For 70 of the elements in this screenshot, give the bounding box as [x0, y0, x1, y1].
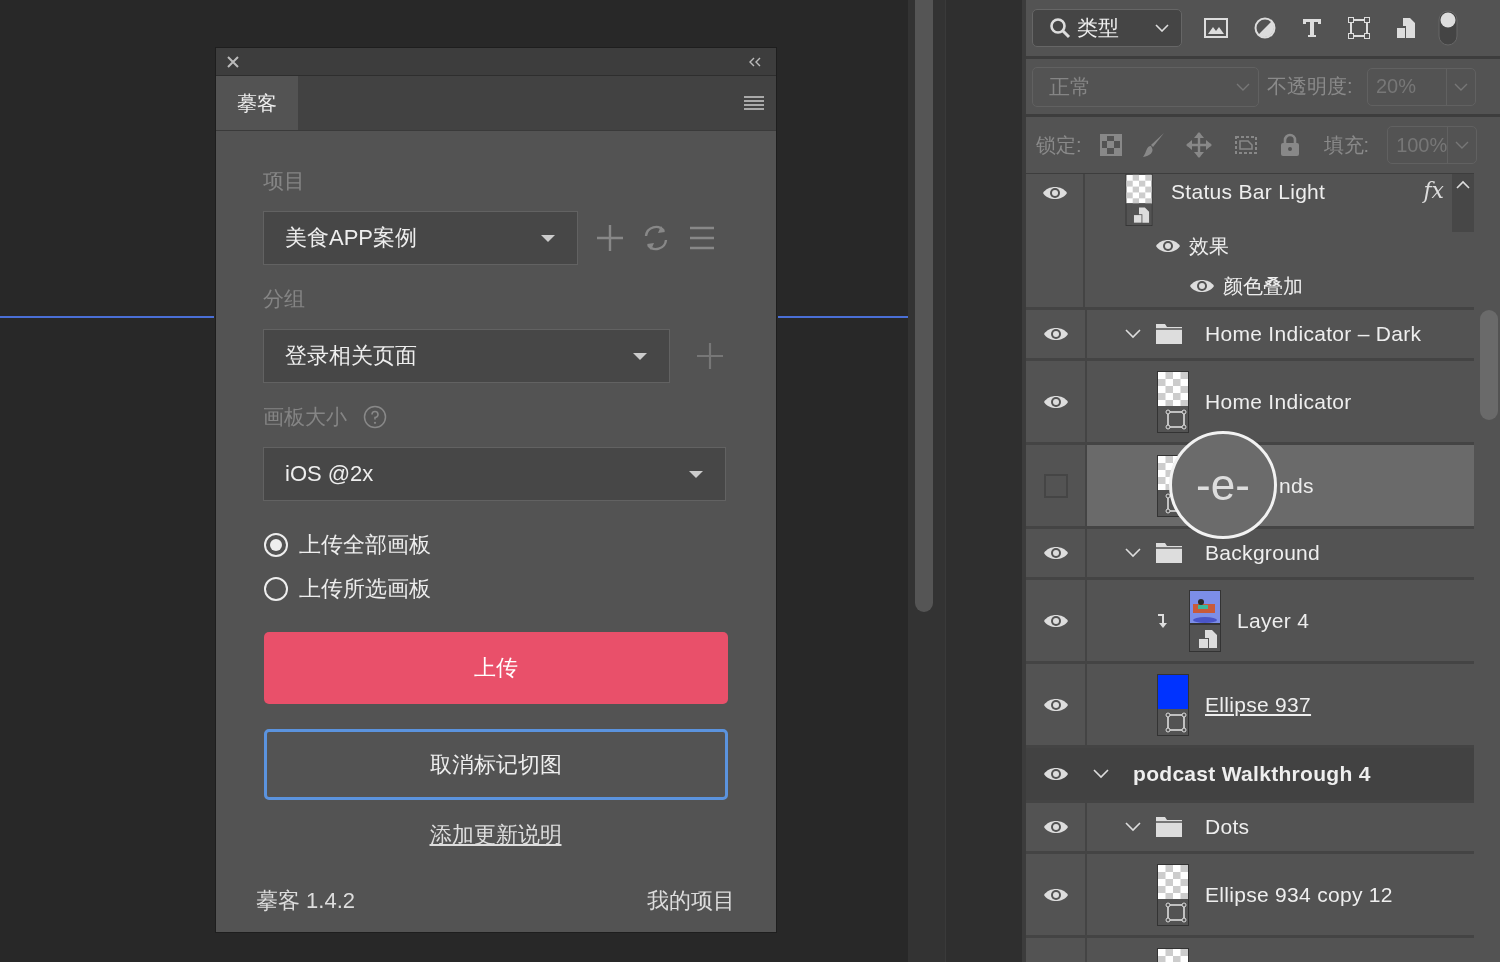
layer-row[interactable]: Status Bar Light fx 效果 颜色叠加: [1026, 174, 1474, 310]
chevron-down-icon[interactable]: [1125, 329, 1141, 339]
layer-name: Layer 4: [1237, 608, 1310, 633]
eye-icon[interactable]: [1041, 184, 1068, 202]
dropdown[interactable]: 登录相关页面: [263, 329, 670, 383]
magnifier-lens: -e-: [1169, 431, 1277, 539]
scroll-up-icon[interactable]: [1452, 174, 1474, 232]
close-icon[interactable]: [226, 54, 240, 69]
chevron-icon: [1454, 82, 1468, 91]
radio-button[interactable]: [263, 532, 289, 558]
layer-name: Home Indicator – Dark: [1205, 322, 1422, 346]
eye-icon[interactable]: [1042, 818, 1069, 836]
chevron-icon: [1236, 82, 1250, 91]
caret-icon: [541, 234, 555, 242]
chevron-down-icon[interactable]: [1125, 822, 1141, 832]
folder-icon: [1155, 542, 1183, 564]
menu-icon[interactable]: [744, 96, 764, 110]
layer-name: Home Indicator: [1205, 389, 1352, 414]
type-icon[interactable]: [1302, 18, 1322, 38]
collapse-icon[interactable]: [748, 56, 762, 67]
chevron-down-icon[interactable]: [1093, 769, 1109, 779]
layer-name: podcast Walkthrough 4: [1133, 762, 1371, 786]
effect-name: 颜色叠加: [1223, 273, 1303, 299]
layer-name: Ellipse 937: [1205, 692, 1312, 717]
eye-icon[interactable]: [1042, 765, 1069, 783]
effects-label: 效果: [1189, 233, 1229, 259]
my-projects-link[interactable]: 我的项目: [647, 886, 735, 916]
layer-thumbnail: [1157, 863, 1189, 926]
notes-link[interactable]: 添加更新说明: [429, 820, 562, 850]
layer-name: Dots: [1205, 815, 1250, 839]
image-icon[interactable]: [1204, 18, 1228, 38]
radio-option[interactable]: 上传所选画板: [263, 575, 728, 603]
layer-name: Background: [1205, 541, 1321, 565]
panel-tab[interactable]: 摹客: [216, 76, 298, 130]
layer-row[interactable]: Dots: [1026, 803, 1474, 854]
radio-button[interactable]: [263, 576, 289, 602]
version-text: 摹客 1.4.2: [256, 887, 356, 915]
search-icon: [1049, 17, 1071, 39]
effects-icon[interactable]: fx: [1423, 178, 1444, 203]
checkerboard-icon[interactable]: [1099, 134, 1122, 156]
eye-icon[interactable]: [1155, 237, 1181, 255]
half-circle-icon[interactable]: [1254, 17, 1276, 39]
layer-row[interactable]: Ellipse 934 copy 12: [1026, 854, 1474, 938]
upload-button[interactable]: 上传: [264, 632, 728, 704]
radio-option[interactable]: 上传全部画板: [263, 531, 728, 559]
unmark-button[interactable]: 取消标记切图: [264, 729, 728, 800]
layer-name: nds: [1279, 473, 1314, 498]
eye-icon[interactable]: [1189, 277, 1215, 295]
folder-icon: [1155, 323, 1183, 345]
chevron-icon: [1455, 141, 1470, 149]
shape-icon[interactable]: [1348, 17, 1370, 39]
eye-icon[interactable]: [1042, 325, 1069, 343]
layer-row[interactable]: Layer 4: [1026, 580, 1474, 664]
filter-dropdown[interactable]: 类型: [1032, 9, 1182, 47]
filter-toggle[interactable]: [1438, 10, 1458, 46]
chevron-down-icon[interactable]: [1125, 548, 1141, 558]
layer-row[interactable]: podcast Walkthrough 4: [1026, 748, 1474, 803]
scrollbar-thumb[interactable]: [915, 0, 933, 612]
folder-icon: [1155, 816, 1183, 838]
caret-icon: [689, 470, 703, 478]
dropdown[interactable]: iOS @2x: [263, 447, 726, 501]
dropdown[interactable]: 美食APP案例: [263, 211, 578, 265]
chevron-icon: [1155, 24, 1169, 32]
eye-icon[interactable]: [1042, 544, 1069, 562]
layer-row[interactable]: Home Indicator – Dark: [1026, 310, 1474, 361]
layer-name: Ellipse 934 copy 12: [1205, 882, 1393, 907]
layer-name: Status Bar Light: [1171, 180, 1326, 204]
smart-object-icon[interactable]: [1396, 17, 1416, 39]
caret-icon: [633, 352, 647, 360]
layer-thumbnail: [1157, 370, 1189, 433]
